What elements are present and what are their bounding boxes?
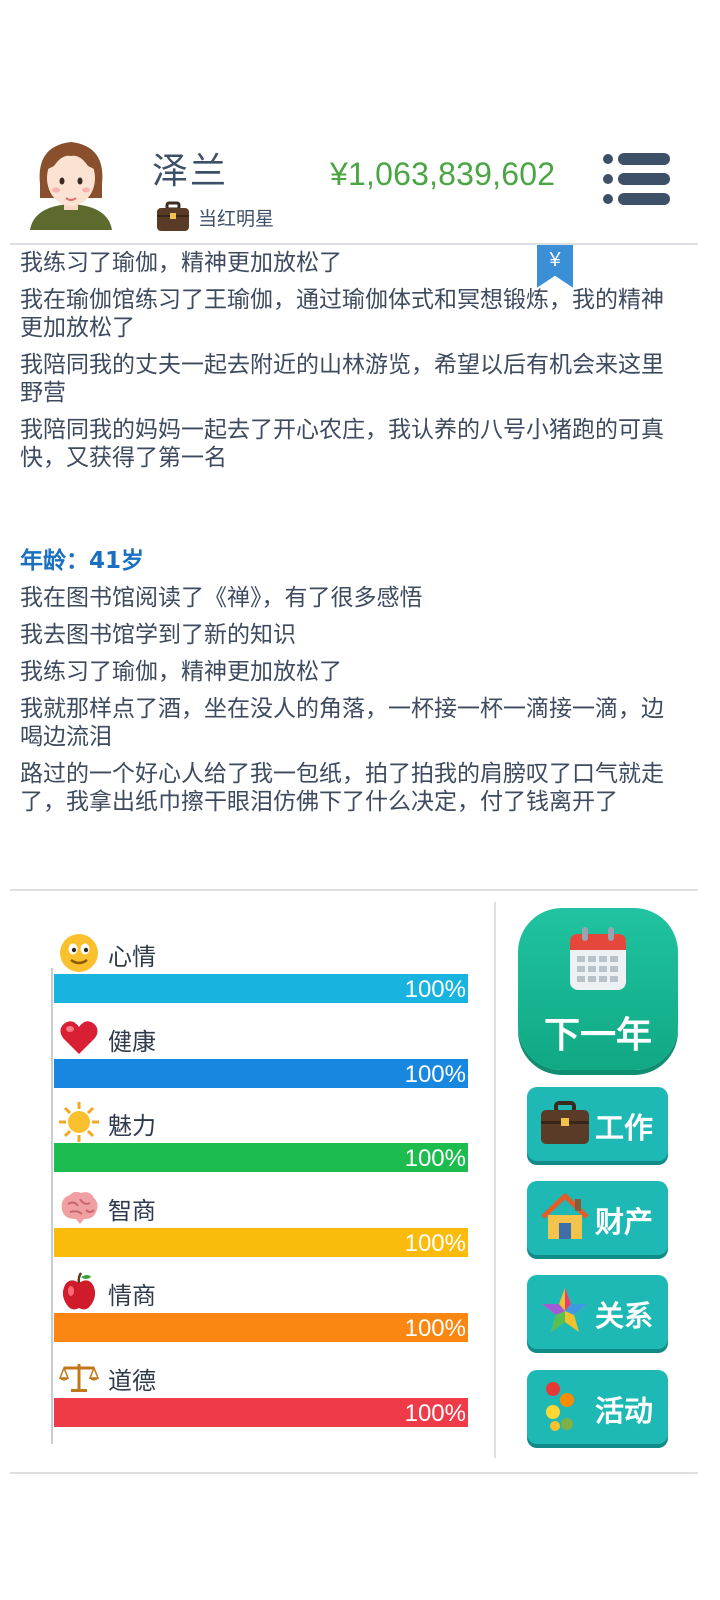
- scales-icon: [58, 1364, 100, 1392]
- relations-label: 关系: [595, 1299, 654, 1333]
- log-line: 我在图书馆阅读了《禅》，有了很多感悟: [20, 585, 423, 611]
- log-line: 我就那样点了酒，坐在没人的角落，一杯接一杯一滴接一滴，边喝边流泪: [20, 696, 664, 750]
- stats-axis: [51, 968, 53, 1444]
- stat-label: 魅力: [108, 1112, 156, 1140]
- activities-label: 活动: [595, 1394, 654, 1428]
- property-button[interactable]: 财产: [527, 1181, 668, 1255]
- job-badge[interactable]: 当红明星: [156, 201, 274, 233]
- stat-percent: 100%: [404, 1400, 466, 1427]
- log-line: 我在瑜伽馆练习了王瑜伽，通过瑜伽体式和冥想锻炼，我的精神更加放松了: [20, 287, 664, 341]
- star-icon: [542, 1288, 588, 1332]
- log-divider: [10, 889, 698, 891]
- property-label: 财产: [595, 1205, 654, 1239]
- log-line: 我陪同我的妈妈一起去了开心农庄，我认养的八号小猪跑的可真快，又获得了第一名: [20, 417, 664, 471]
- header-divider: [10, 243, 698, 245]
- brain-icon: [61, 1191, 98, 1224]
- menu-icon: [603, 153, 670, 205]
- stat-percent: 100%: [404, 1145, 466, 1172]
- smiley-icon: [60, 934, 98, 972]
- stat-percent: 100%: [404, 1061, 466, 1088]
- age-heading: 年龄：41岁: [20, 548, 145, 574]
- relations-button[interactable]: 关系: [527, 1275, 668, 1349]
- log-line: 我练习了瑜伽，精神更加放松了: [20, 659, 342, 685]
- work-button[interactable]: 工作: [527, 1087, 668, 1161]
- avatar[interactable]: [28, 126, 114, 232]
- stat-label: 情商: [108, 1282, 156, 1310]
- stat-label: 智商: [108, 1197, 156, 1225]
- log-line: 路过的一个好心人给了我一包纸，拍了拍我的肩膀叹了口气就走了，我拿出纸巾擦干眼泪仿…: [20, 761, 664, 815]
- calendar-icon: [570, 927, 626, 990]
- briefcase-icon: [157, 201, 189, 231]
- menu-button[interactable]: [600, 152, 672, 206]
- stat-label: 道德: [108, 1367, 156, 1395]
- log-line: 我练习了瑜伽，精神更加放松了: [20, 250, 342, 276]
- column-divider: [494, 902, 496, 1458]
- stat-percent: 100%: [404, 1315, 466, 1342]
- stat-label: 健康: [108, 1028, 156, 1056]
- activity-dots-icon: [546, 1382, 574, 1431]
- activities-button[interactable]: 活动: [527, 1370, 668, 1444]
- bottom-divider: [10, 1472, 698, 1474]
- log-line: 我陪同我的丈夫一起去附近的山林游览，希望以后有机会来这里野营: [20, 352, 664, 406]
- stat-label: 心情: [108, 943, 156, 971]
- sun-icon: [59, 1102, 99, 1142]
- yen-symbol: ¥: [549, 249, 561, 271]
- stat-percent: 100%: [404, 1230, 466, 1257]
- next-year-label: 下一年: [543, 1015, 652, 1056]
- work-label: 工作: [595, 1111, 654, 1145]
- briefcase-icon: [541, 1101, 589, 1144]
- log-line: 我去图书馆学到了新的知识: [20, 622, 296, 648]
- heart-icon: [60, 1021, 98, 1054]
- job-title: 当红明星: [198, 207, 275, 230]
- house-icon: [541, 1193, 589, 1239]
- money-balance: ¥1,063,839,602: [330, 156, 556, 192]
- player-name: 泽兰: [152, 151, 229, 192]
- stat-percent: 100%: [404, 976, 466, 1003]
- yen-bookmark[interactable]: ¥: [536, 245, 574, 293]
- next-year-button[interactable]: 下一年: [518, 908, 678, 1070]
- apple-icon: [62, 1272, 96, 1310]
- life-log[interactable]: 我练习了瑜伽，精神更加放松了 我在瑜伽馆练习了王瑜伽，通过瑜伽体式和冥想锻炼，我…: [20, 249, 686, 825]
